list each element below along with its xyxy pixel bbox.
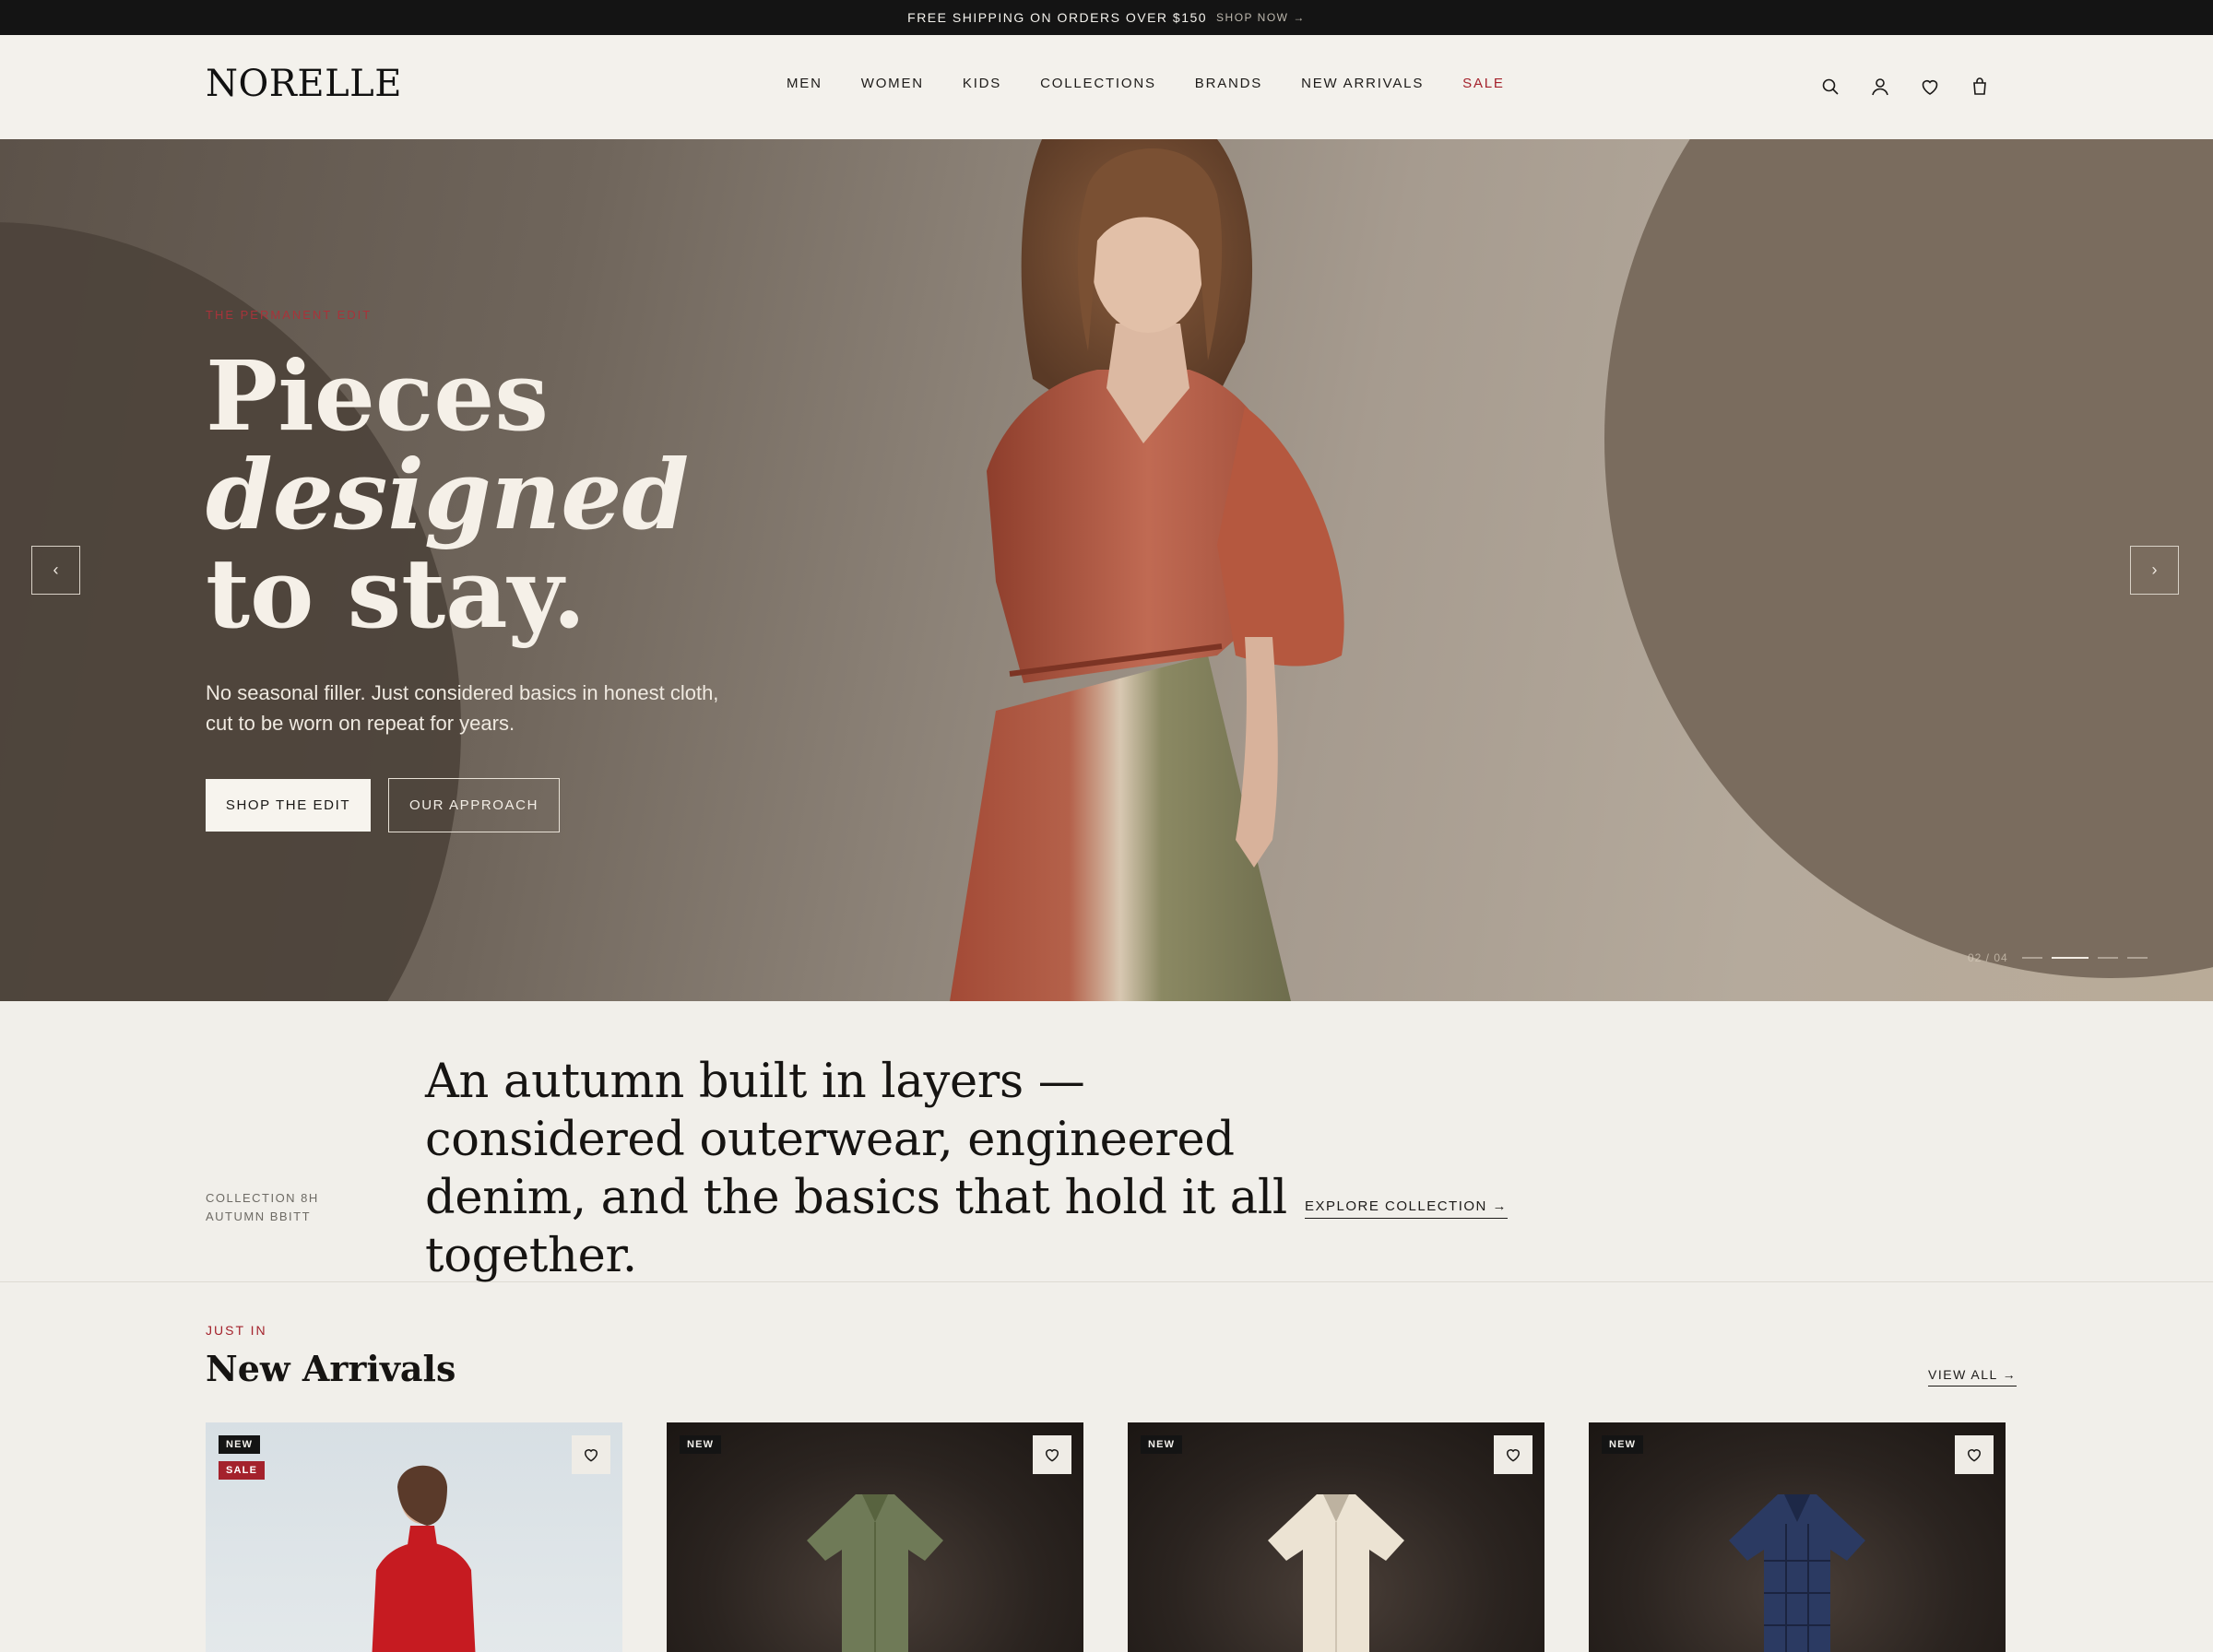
shop-the-edit-button[interactable]: SHOP THE EDIT xyxy=(206,779,371,832)
carousel-dot[interactable] xyxy=(2098,957,2118,959)
new-badge: NEW xyxy=(1141,1435,1183,1454)
announcement-message: FREE SHIPPING ON ORDERS OVER $150 xyxy=(907,10,1208,25)
nav-new-arrivals[interactable]: NEW ARRIVALS xyxy=(1301,76,1424,91)
nav-women[interactable]: WOMEN xyxy=(861,76,924,91)
nav-brands[interactable]: BRANDS xyxy=(1195,76,1262,91)
carousel-indicators xyxy=(2022,957,2148,959)
announcement-shop-now-link[interactable]: SHOP NOW → xyxy=(1216,11,1306,24)
new-badge: NEW xyxy=(219,1435,261,1454)
wishlist-button[interactable] xyxy=(572,1435,610,1474)
view-all-link[interactable]: VIEW ALL → xyxy=(1928,1367,2018,1386)
collection-statement: An autumn built in layers — considered o… xyxy=(425,1055,1287,1283)
carousel-dot[interactable] xyxy=(2022,957,2042,959)
new-badge: NEW xyxy=(680,1435,722,1454)
hero-model-image xyxy=(950,139,1344,1001)
nav-sale[interactable]: SALE xyxy=(1462,76,1505,91)
section-title: New Arrivals xyxy=(206,1348,456,1389)
site-header: NORELLE MEN WOMEN KIDS COLLECTIONS BRAND… xyxy=(0,35,2213,139)
collection-intro: COLLECTION 8H AUTUMN BBITT An autumn bui… xyxy=(0,1001,2213,1283)
account-icon[interactable] xyxy=(1869,76,1891,98)
wishlist-button[interactable] xyxy=(1033,1435,1071,1474)
nav-collections[interactable]: COLLECTIONS xyxy=(1040,76,1156,91)
hero-headline-line-2: designed xyxy=(206,438,690,551)
nav-kids[interactable]: KIDS xyxy=(963,76,1001,91)
section-eyebrow: JUST IN xyxy=(206,1323,267,1338)
collection-meta-line-1: COLLECTION 8H xyxy=(206,1191,319,1205)
explore-collection-link[interactable]: EXPLORE COLLECTION → xyxy=(1305,1198,1509,1219)
hero-decor-shape-right xyxy=(1604,139,2213,978)
hero-banner: THE PERMANENT EDIT Pieces designed to st… xyxy=(0,139,2213,1001)
product-card[interactable]: NEW xyxy=(1128,1422,1544,1652)
hero-headline-line-1: Pieces xyxy=(206,339,549,453)
heart-icon xyxy=(1045,1449,1059,1462)
carousel-dot[interactable] xyxy=(2052,957,2089,959)
heart-icon xyxy=(584,1449,598,1462)
search-icon[interactable] xyxy=(1819,76,1841,98)
slide-counter: 02 / 04 xyxy=(1968,951,2008,964)
hero-headline: Pieces designed to stay. xyxy=(206,347,689,643)
product-card[interactable]: NEW xyxy=(667,1422,1083,1652)
product-image xyxy=(1729,1494,1865,1652)
header-icons xyxy=(1819,76,1991,98)
main-nav: MEN WOMEN KIDS COLLECTIONS BRANDS NEW AR… xyxy=(787,76,1544,91)
collection-meta: COLLECTION 8H AUTUMN BBITT xyxy=(206,1189,319,1226)
carousel-prev-button[interactable]: ‹ xyxy=(31,546,80,595)
chevron-left-icon: ‹ xyxy=(53,560,59,579)
sale-badge: SALE xyxy=(219,1461,266,1480)
new-arrivals-section: JUST IN New Arrivals VIEW ALL → NEW SALE… xyxy=(0,1282,2213,1652)
product-image xyxy=(372,1465,476,1652)
heart-icon xyxy=(1506,1449,1521,1462)
heart-icon[interactable] xyxy=(1919,76,1941,98)
collection-meta-line-2: AUTUMN BBITT xyxy=(206,1210,312,1223)
our-approach-button[interactable]: OUR APPROACH xyxy=(388,778,560,832)
new-badge: NEW xyxy=(1602,1435,1644,1454)
carousel-next-button[interactable]: › xyxy=(2130,546,2179,595)
nav-men[interactable]: MEN xyxy=(787,76,822,91)
hero-headline-line-3: to stay. xyxy=(206,537,586,650)
hero-eyebrow: THE PERMANENT EDIT xyxy=(206,308,373,322)
wishlist-button[interactable] xyxy=(1494,1435,1533,1474)
bag-icon[interactable] xyxy=(1969,76,1991,98)
product-image xyxy=(807,1494,943,1652)
hero-subcopy: No seasonal filler. Just considered basi… xyxy=(206,681,719,735)
announcement-bar: FREE SHIPPING ON ORDERS OVER $150 SHOP N… xyxy=(0,0,2213,35)
chevron-right-icon: › xyxy=(2151,560,2158,579)
product-card[interactable]: NEW xyxy=(1589,1422,2006,1652)
product-image xyxy=(1268,1494,1404,1652)
product-card[interactable]: NEW SALE xyxy=(206,1422,622,1652)
heart-icon xyxy=(1967,1449,1982,1462)
wishlist-button[interactable] xyxy=(1955,1435,1994,1474)
carousel-dot[interactable] xyxy=(2127,957,2148,959)
brand-logo[interactable]: NORELLE xyxy=(206,63,402,105)
